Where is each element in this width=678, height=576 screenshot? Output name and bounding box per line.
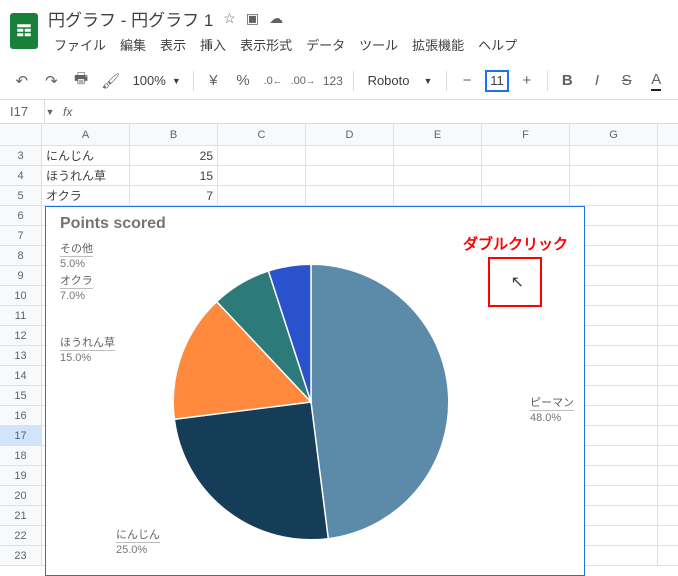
redo-button[interactable]: ↷ [40,68,64,94]
percent-button[interactable]: % [231,68,255,94]
document-title[interactable]: 円グラフ - 円グラフ 1 [48,6,213,31]
chart-object[interactable]: Points scored ピーマン48.0% にんじん25.0% ほうれん草1… [45,206,585,576]
decrease-decimal-button[interactable]: .0← [261,68,285,94]
cell[interactable] [306,146,394,165]
font-select[interactable]: Roboto▼ [362,73,439,88]
undo-button[interactable]: ↶ [10,68,34,94]
menu-data[interactable]: データ [300,33,351,56]
menubar: ファイル 編集 表示 挿入 表示形式 データ ツール 拡張機能 ヘルプ [48,33,668,56]
slice-label-hourensou: ほうれん草15.0% [60,337,115,365]
increase-font-button[interactable]: + [515,68,539,94]
row-header[interactable]: 15 [0,386,42,405]
row-header[interactable]: 18 [0,446,42,465]
column-header[interactable]: E [394,124,482,145]
cell[interactable]: 15 [130,166,218,185]
cell[interactable]: 25 [130,146,218,165]
cell[interactable] [394,166,482,185]
slice-label-ninjin: にんじん25.0% [116,529,160,557]
cell[interactable] [218,146,306,165]
cell[interactable] [570,166,658,185]
menu-extensions[interactable]: 拡張機能 [406,33,470,56]
move-icon[interactable]: ▣ [246,10,259,27]
column-header[interactable]: D [306,124,394,145]
cell[interactable]: にんじん [42,146,130,165]
menu-insert[interactable]: 挿入 [194,33,232,56]
currency-button[interactable]: ¥ [202,68,226,94]
select-all-corner[interactable] [0,124,42,145]
row-header[interactable]: 19 [0,466,42,485]
row-header[interactable]: 12 [0,326,42,345]
column-header[interactable]: B [130,124,218,145]
menu-format[interactable]: 表示形式 [234,33,298,56]
row-header[interactable]: 9 [0,266,42,285]
print-button[interactable]: 🖶 [69,68,93,94]
column-header[interactable]: F [482,124,570,145]
cell[interactable]: 7 [130,186,218,205]
row-header[interactable]: 21 [0,506,42,525]
menu-view[interactable]: 表示 [154,33,192,56]
font-size-input[interactable]: 11 [485,70,509,92]
decrease-font-button[interactable]: − [455,68,479,94]
cloud-icon[interactable]: ☁ [269,10,283,27]
name-box-dropdown-icon[interactable]: ▼ [45,107,55,117]
row-header[interactable]: 6 [0,206,42,225]
sheets-logo [10,13,38,49]
cell[interactable]: ほうれん草 [42,166,130,185]
cell[interactable] [482,166,570,185]
zoom-select[interactable]: 100%▼ [129,73,185,88]
row-header[interactable]: 13 [0,346,42,365]
slice-label-sonota: その他5.0% [60,243,93,271]
cell[interactable] [306,186,394,205]
menu-file[interactable]: ファイル [48,33,112,56]
fx-label: fx [55,105,80,119]
row-header[interactable]: 11 [0,306,42,325]
strike-button[interactable]: S [615,68,639,94]
cell[interactable] [306,166,394,185]
cell[interactable] [570,146,658,165]
row-header[interactable]: 10 [0,286,42,305]
cell[interactable] [482,186,570,205]
text-color-button[interactable]: A [644,68,668,94]
column-header[interactable]: C [218,124,306,145]
row-header[interactable]: 4 [0,166,42,185]
row-header[interactable]: 8 [0,246,42,265]
row-header[interactable]: 20 [0,486,42,505]
annotation-text: ダブルクリック [463,233,568,254]
cell[interactable] [570,186,658,205]
row-header[interactable]: 7 [0,226,42,245]
slice-label-okura: オクラ7.0% [60,275,93,303]
cell[interactable] [218,166,306,185]
menu-help[interactable]: ヘルプ [472,33,523,56]
slice-label-piman: ピーマン48.0% [530,397,574,425]
cell[interactable] [394,186,482,205]
row-header[interactable]: 16 [0,406,42,425]
italic-button[interactable]: I [585,68,609,94]
cursor-icon: ↖ [511,272,524,292]
star-icon[interactable]: ☆ [223,10,236,27]
toolbar: ↶ ↷ 🖶 🖌 100%▼ ¥ % .0← .00→ 123 Roboto▼ −… [0,62,678,100]
row-header[interactable]: 3 [0,146,42,165]
cell[interactable] [218,186,306,205]
column-header[interactable]: G [570,124,658,145]
row-header[interactable]: 22 [0,526,42,545]
menu-tools[interactable]: ツール [353,33,404,56]
cell[interactable]: オクラ [42,186,130,205]
name-box[interactable]: I17 [0,100,45,123]
paint-format-button[interactable]: 🖌 [99,68,123,94]
menu-edit[interactable]: 編集 [114,33,152,56]
cell[interactable] [482,146,570,165]
row-header[interactable]: 23 [0,546,42,565]
column-header[interactable]: A [42,124,130,145]
increase-decimal-button[interactable]: .00→ [291,68,315,94]
number-format-button[interactable]: 123 [321,68,345,94]
chart-title: Points scored [60,215,166,233]
bold-button[interactable]: B [556,68,580,94]
row-header[interactable]: 5 [0,186,42,205]
row-header[interactable]: 14 [0,366,42,385]
row-header[interactable]: 17 [0,426,42,445]
cell[interactable] [394,146,482,165]
pie-chart [166,257,456,547]
